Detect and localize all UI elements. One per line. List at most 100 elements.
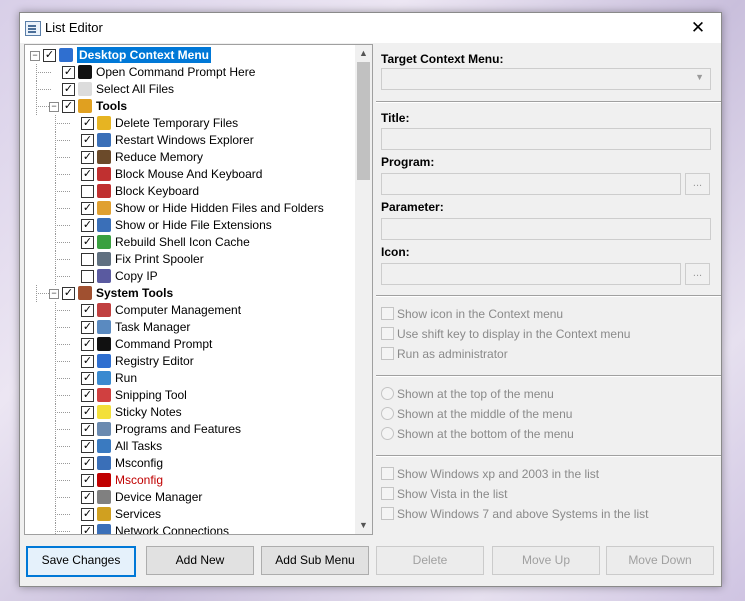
position-middle-radio[interactable]: Shown at the middle of the menu [381, 407, 572, 421]
show-win7-checkbox[interactable]: Show Windows 7 and above Systems in the … [381, 507, 648, 521]
tree-item-checkbox[interactable]: ✓ [81, 202, 94, 215]
tree-item-checkbox[interactable]: ✓ [81, 338, 94, 351]
tree-item-checkbox[interactable]: ✓ [81, 117, 94, 130]
tree-item[interactable]: ✓ Msconfig [25, 455, 355, 472]
tree-connector [55, 208, 70, 209]
position-bottom-radio[interactable]: Shown at the bottom of the menu [381, 427, 574, 441]
scroll-thumb[interactable] [357, 62, 370, 180]
shift-key-checkbox[interactable]: Use shift key to display in the Context … [381, 327, 630, 341]
tree-item-checkbox[interactable]: ✓ [43, 49, 56, 62]
title-input[interactable] [381, 128, 711, 150]
tree-item-checkbox[interactable]: ✓ [81, 304, 94, 317]
tree-connector [55, 183, 56, 200]
tree-item[interactable]: ✓ Block Mouse And Keyboard [25, 166, 355, 183]
tree-item[interactable]: ✓ Msconfig [25, 472, 355, 489]
tree-item-checkbox[interactable]: ✓ [62, 83, 75, 96]
tree-item[interactable]: ✓ Task Manager [25, 319, 355, 336]
tree-item-checkbox[interactable] [81, 270, 94, 283]
tree-item-checkbox[interactable]: ✓ [81, 219, 94, 232]
tree-item[interactable]: ✓ Programs and Features [25, 421, 355, 438]
context-menu-tree[interactable]: − ✓ Desktop Context Menu ✓ Open Command Prom… [24, 44, 373, 535]
tree-item[interactable]: ✓ Sticky Notes [25, 404, 355, 421]
parameter-input[interactable] [381, 218, 711, 240]
show-xp-2003-checkbox[interactable]: Show Windows xp and 2003 in the list [381, 467, 599, 481]
scroll-down-icon[interactable]: ▼ [355, 517, 372, 534]
tree-item[interactable]: ✓ Device Manager [25, 489, 355, 506]
tree-item[interactable]: ✓ Command Prompt [25, 336, 355, 353]
tree-item[interactable]: ✓ Show or Hide Hidden Files and Folders [25, 200, 355, 217]
position-top-radio[interactable]: Shown at the top of the menu [381, 387, 554, 401]
tree-item[interactable]: ✓ Registry Editor [25, 353, 355, 370]
tree-connector [55, 472, 56, 489]
tree-item[interactable]: ✓ Snipping Tool [25, 387, 355, 404]
move-up-button[interactable]: Move Up [492, 546, 600, 575]
tree-item-checkbox[interactable]: ✓ [81, 168, 94, 181]
tree-item-checkbox[interactable] [81, 253, 94, 266]
tree-item-checkbox[interactable]: ✓ [81, 134, 94, 147]
run-as-admin-checkbox[interactable]: Run as administrator [381, 347, 508, 361]
tree-item-checkbox[interactable] [81, 185, 94, 198]
delete-button[interactable]: Delete [376, 546, 484, 575]
tree-item[interactable]: ✓ All Tasks [25, 438, 355, 455]
tree-item[interactable]: − ✓ Tools [25, 98, 355, 115]
close-button[interactable]: ✕ [675, 13, 721, 43]
add-sub-menu-button[interactable]: Add Sub Menu [261, 546, 369, 575]
tree-item[interactable]: ✓ Rebuild Shell Icon Cache [25, 234, 355, 251]
tree-item-checkbox[interactable]: ✓ [62, 100, 75, 113]
show-vista-checkbox[interactable]: Show Vista in the list [381, 487, 508, 501]
tree-item[interactable]: − ✓ System Tools [25, 285, 355, 302]
tree-item[interactable]: Fix Print Spooler [25, 251, 355, 268]
tree-item-checkbox[interactable]: ✓ [81, 508, 94, 521]
move-down-button[interactable]: Move Down [606, 546, 714, 575]
network-icon [97, 524, 111, 534]
tree-item-checkbox[interactable]: ✓ [81, 236, 94, 249]
scroll-up-icon[interactable]: ▲ [355, 45, 372, 62]
tree-item-checkbox[interactable]: ✓ [81, 321, 94, 334]
tree-item[interactable]: ✓ Services [25, 506, 355, 523]
printer-icon [97, 252, 111, 266]
tree-item[interactable]: ✓ Restart Windows Explorer [25, 132, 355, 149]
tree-item-checkbox[interactable]: ✓ [62, 287, 75, 300]
tree-item[interactable]: ✓ Open Command Prompt Here [25, 64, 355, 81]
msconfig-icon [97, 456, 111, 470]
tree-item[interactable]: − ✓ Desktop Context Menu [25, 47, 355, 64]
tree-item[interactable]: ✓ Reduce Memory [25, 149, 355, 166]
tree-item[interactable]: ✓ Run [25, 370, 355, 387]
tree-item-checkbox[interactable]: ✓ [81, 525, 94, 534]
add-new-button[interactable]: Add New [146, 546, 254, 575]
program-input[interactable] [381, 173, 681, 195]
tree-item-checkbox[interactable]: ✓ [81, 389, 94, 402]
tree-item[interactable]: ✓ Show or Hide File Extensions [25, 217, 355, 234]
tree-item-checkbox[interactable]: ✓ [81, 406, 94, 419]
tree-item[interactable]: Block Keyboard [25, 183, 355, 200]
collapse-toggle-icon[interactable]: − [49, 102, 59, 112]
tree-item-checkbox[interactable]: ✓ [81, 457, 94, 470]
tree-scrollbar[interactable]: ▲ ▼ [355, 45, 372, 534]
tree-item[interactable]: ✓ Select All Files [25, 81, 355, 98]
tree-connector [55, 157, 70, 158]
program-browse-button[interactable]: ... [685, 173, 710, 195]
tree-item-checkbox[interactable]: ✓ [81, 474, 94, 487]
tree-item[interactable]: ✓ Delete Temporary Files [25, 115, 355, 132]
tree-item-checkbox[interactable]: ✓ [81, 151, 94, 164]
show-icon-checkbox[interactable]: Show icon in the Context menu [381, 307, 563, 321]
collapse-toggle-icon[interactable]: − [49, 289, 59, 299]
icon-browse-button[interactable]: ... [685, 263, 710, 285]
tree-item-checkbox[interactable]: ✓ [81, 440, 94, 453]
sticky-notes-icon [97, 405, 111, 419]
icon-path-input[interactable] [381, 263, 681, 285]
tree-item[interactable]: Copy IP [25, 268, 355, 285]
tree-connector [55, 395, 70, 396]
save-changes-button[interactable]: Save Changes [26, 546, 136, 577]
computer-management-icon [97, 303, 111, 317]
tree-item-checkbox[interactable]: ✓ [62, 66, 75, 79]
tree-item[interactable]: ✓ Network Connections [25, 523, 355, 534]
collapse-toggle-icon[interactable]: − [30, 51, 40, 61]
tree-item-checkbox[interactable]: ✓ [81, 491, 94, 504]
radio-circle [381, 407, 394, 420]
tree-item-checkbox[interactable]: ✓ [81, 372, 94, 385]
target-context-menu-select[interactable]: ▼ [381, 68, 711, 90]
tree-item[interactable]: ✓ Computer Management [25, 302, 355, 319]
tree-item-checkbox[interactable]: ✓ [81, 423, 94, 436]
tree-item-checkbox[interactable]: ✓ [81, 355, 94, 368]
